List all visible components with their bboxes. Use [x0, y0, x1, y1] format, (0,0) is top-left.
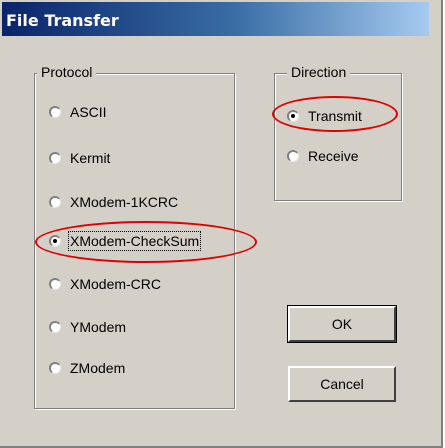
title-bar[interactable]: File Transfer: [0, 0, 431, 38]
direction-legend: Direction: [287, 64, 351, 80]
radio-button-icon[interactable]: [49, 362, 61, 374]
protocol-group: Protocol ASCII Kermit XModem-1KCRC XMode…: [34, 64, 235, 409]
protocol-option-label: ZModem: [70, 360, 126, 376]
protocol-option-label: XModem-1KCRC: [70, 194, 179, 210]
direction-option-label: Receive: [308, 148, 359, 164]
radio-button-selected-icon[interactable]: [287, 110, 299, 122]
protocol-option-ymodem[interactable]: YModem: [49, 319, 126, 335]
radio-button-icon[interactable]: [49, 278, 61, 290]
radio-button-icon[interactable]: [49, 106, 61, 118]
protocol-option-label: XModem-CRC: [70, 276, 162, 292]
direction-option-label: Transmit: [308, 108, 362, 124]
direction-option-transmit[interactable]: Transmit: [287, 108, 362, 124]
ok-button[interactable]: OK: [287, 305, 397, 343]
protocol-option-xmodem-checksum[interactable]: XModem-CheckSum: [49, 231, 202, 251]
radio-button-icon[interactable]: [287, 150, 299, 162]
protocol-option-label: Kermit: [70, 150, 111, 166]
radio-dot-icon: [291, 114, 295, 118]
protocol-option-ascii[interactable]: ASCII: [49, 104, 107, 120]
protocol-option-zmodem[interactable]: ZModem: [49, 360, 125, 376]
file-transfer-dialog: File Transfer Protocol ASCII Kermit XMod…: [0, 0, 443, 448]
cancel-button[interactable]: Cancel: [288, 366, 396, 402]
protocol-option-xmodem-1kcrc[interactable]: XModem-1KCRC: [49, 194, 178, 210]
protocol-legend: Protocol: [37, 64, 97, 80]
direction-option-receive[interactable]: Receive: [287, 148, 359, 164]
direction-group: Direction Transmit Receive: [274, 64, 402, 201]
radio-dot-icon: [53, 239, 57, 243]
protocol-option-label: XModem-CheckSum: [67, 231, 202, 251]
radio-button-selected-icon[interactable]: [49, 235, 61, 247]
protocol-option-label: YModem: [70, 319, 127, 335]
protocol-option-label: ASCII: [70, 104, 107, 120]
protocol-option-kermit[interactable]: Kermit: [49, 150, 110, 166]
radio-button-icon[interactable]: [49, 321, 61, 333]
protocol-option-xmodem-crc[interactable]: XModem-CRC: [49, 276, 161, 292]
radio-button-icon[interactable]: [49, 196, 61, 208]
radio-button-icon[interactable]: [49, 152, 61, 164]
dialog-title: File Transfer: [6, 11, 119, 30]
